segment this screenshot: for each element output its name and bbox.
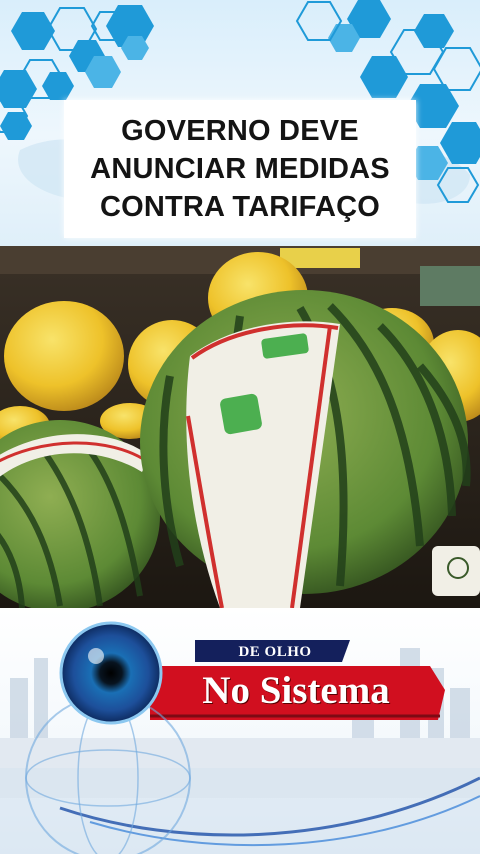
top-banner: GOVERNO DEVE ANUNCIAR MEDIDAS CONTRA TAR… xyxy=(0,0,480,246)
eye-globe-icon xyxy=(59,621,163,725)
logo-subtitle: DE OLHO xyxy=(238,644,312,660)
news-photo xyxy=(0,246,480,608)
watermelons-and-melons-image xyxy=(0,246,480,608)
headline-box: GOVERNO DEVE ANUNCIAR MEDIDAS CONTRA TAR… xyxy=(64,100,416,238)
headline: GOVERNO DEVE ANUNCIAR MEDIDAS CONTRA TAR… xyxy=(90,115,390,223)
logo-title: No Sistema xyxy=(202,669,390,712)
